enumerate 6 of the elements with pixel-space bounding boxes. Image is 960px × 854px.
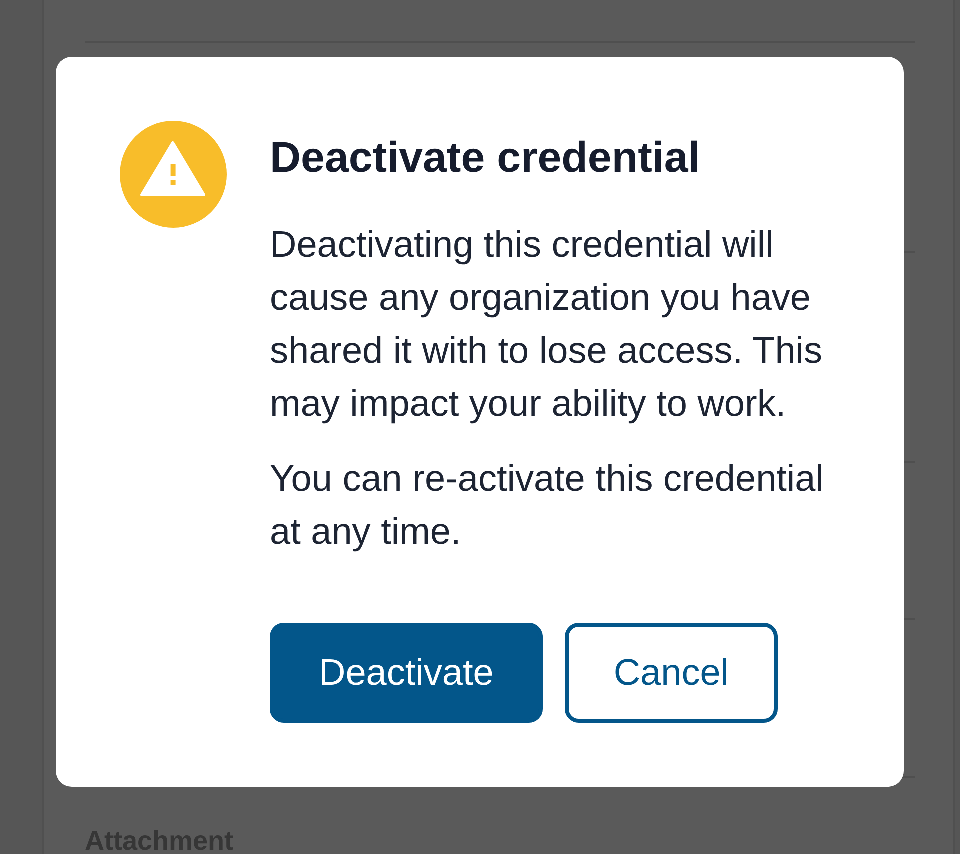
dialog-message: You can re-activate this credential at any time. [270,457,825,554]
dialog-message: Deactivating this credential will cause any organization you have shared it with to lose access. This may impact your ability to work. [270,223,824,426]
warning-icon [120,121,227,228]
deactivate-button[interactable]: Deactivate [270,623,543,723]
dialog-title: Deactivate credential [270,133,702,184]
cancel-button[interactable]: Cancel [564,623,778,723]
